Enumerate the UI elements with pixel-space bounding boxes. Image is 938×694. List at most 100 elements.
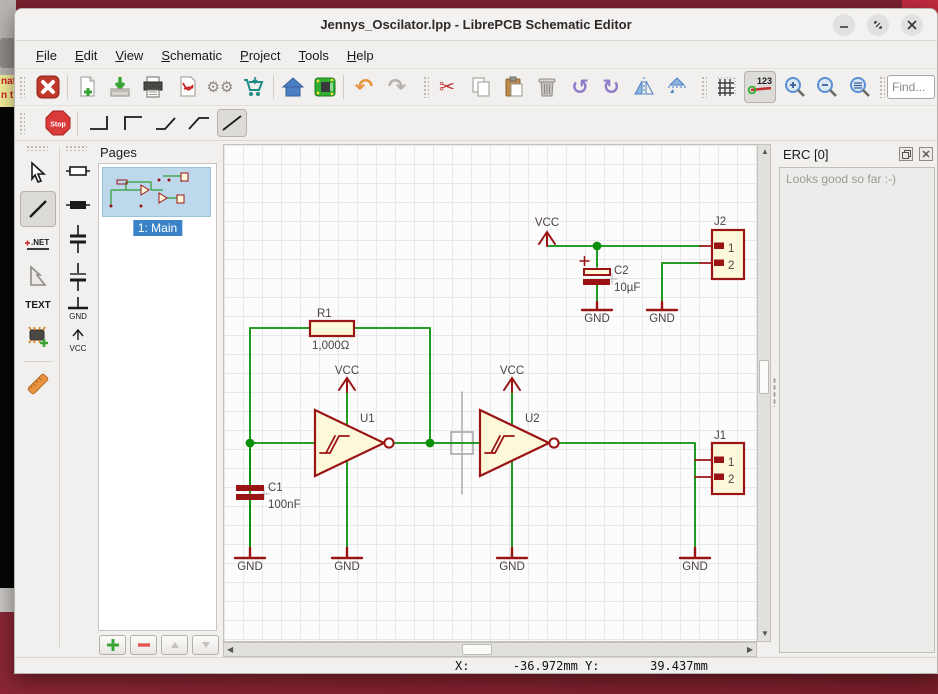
erc-message-list[interactable]: Looks good so far :-) [779, 167, 935, 653]
control-panel-button[interactable] [277, 71, 309, 103]
erc-float-button[interactable] [899, 147, 913, 161]
menu-project[interactable]: Project [231, 45, 289, 66]
mirror-button[interactable] [628, 71, 660, 103]
gears-icon: ⚙⚙ [207, 78, 234, 96]
toolbar-grip[interactable] [19, 76, 25, 98]
toolbar-grip[interactable] [423, 76, 429, 98]
new-project-button[interactable] [71, 71, 103, 103]
wire-mode-hv-button[interactable] [85, 109, 115, 137]
add-gnd-button[interactable]: GND [63, 293, 93, 325]
toolbar-grip[interactable] [26, 145, 48, 151]
stop-icon: Stop [45, 110, 71, 136]
move-page-down-button[interactable] [192, 635, 219, 655]
menu-file[interactable]: File [27, 45, 66, 66]
restore-button[interactable] [867, 14, 889, 36]
command-toolbar: Stop [15, 106, 937, 141]
c2-ref: C2 [614, 265, 629, 277]
tool-select-button[interactable] [21, 155, 55, 189]
add-resistor-button[interactable] [63, 159, 93, 183]
zoom-out-button[interactable] [811, 71, 843, 103]
save-button[interactable] [104, 71, 136, 103]
tool-measure-button[interactable] [21, 367, 55, 401]
board-editor-button[interactable] [309, 71, 341, 103]
add-inductor-button[interactable] [63, 193, 93, 217]
j2-ref: J2 [714, 216, 726, 228]
scroll-up-arrow[interactable]: ▲ [761, 148, 769, 156]
add-capacitor-bipolar-button[interactable] [63, 221, 93, 257]
zoom-in-button[interactable] [779, 71, 811, 103]
restore-icon [873, 20, 883, 30]
erc-message: Looks good so far :-) [786, 172, 896, 186]
toolbar-grip[interactable] [19, 112, 25, 134]
rotate-cw-button[interactable]: ↻ [595, 71, 627, 103]
redo-button[interactable]: ↷ [381, 71, 413, 103]
tool-draw-polygon-button[interactable] [21, 259, 55, 293]
wire-mode-straight-button[interactable] [217, 109, 247, 137]
menu-view[interactable]: View [106, 45, 152, 66]
paste-icon [502, 75, 526, 99]
float-icon [902, 150, 911, 159]
tool-add-text-button[interactable]: TEXT [21, 293, 55, 317]
tool-draw-wire-button[interactable] [20, 191, 56, 227]
flip-button[interactable] [661, 71, 693, 103]
add-page-button[interactable] [99, 635, 126, 655]
print-button[interactable] [137, 71, 169, 103]
toolbar-grip[interactable] [879, 76, 885, 98]
find-input[interactable] [887, 75, 935, 99]
abort-command-button[interactable]: Stop [43, 109, 73, 137]
rotate-cw-icon: ↻ [602, 75, 620, 99]
paste-button[interactable] [498, 71, 530, 103]
remove-page-button[interactable] [130, 635, 157, 655]
menu-help[interactable]: Help [338, 45, 383, 66]
erc-close-button[interactable] [919, 147, 933, 161]
menu-tools[interactable]: Tools [290, 45, 338, 66]
undo-button[interactable]: ↶ [348, 71, 380, 103]
vertical-scrollbar[interactable]: ▲ ▼ [757, 144, 771, 642]
measurement-unit-button[interactable]: 123 [744, 71, 776, 103]
toolbar-grip[interactable] [65, 145, 87, 151]
vertical-scrollbar-thumb[interactable] [759, 360, 769, 394]
scissors-icon: ✂ [439, 76, 455, 98]
resistor-icon [65, 165, 91, 177]
pages-list[interactable]: 1: Main [98, 163, 217, 631]
wire-mode-vh-button[interactable] [118, 109, 148, 137]
zoom-fit-button[interactable] [844, 71, 876, 103]
close-project-icon [36, 75, 60, 99]
page-item-main[interactable]: 1: Main [133, 220, 182, 236]
copy-button[interactable] [465, 71, 497, 103]
pcb-icon [313, 75, 337, 99]
close-project-button[interactable] [32, 71, 64, 103]
export-pdf-button[interactable] [171, 71, 203, 103]
wire-mode-45h-button[interactable] [184, 109, 214, 137]
close-button[interactable] [901, 14, 923, 36]
symbol-graphics[interactable] [235, 230, 744, 558]
cut-button[interactable]: ✂ [431, 71, 463, 103]
minus-icon [137, 638, 151, 652]
wire-mode-h45-button[interactable] [151, 109, 181, 137]
delete-button[interactable] [531, 71, 563, 103]
horizontal-scrollbar-thumb[interactable] [462, 644, 492, 655]
move-page-up-button[interactable] [161, 635, 188, 655]
project-settings-button[interactable]: ⚙⚙ [204, 71, 236, 103]
menu-schematic[interactable]: Schematic [152, 45, 231, 66]
add-vcc-button[interactable]: VCC [63, 325, 93, 357]
tool-add-component-button[interactable] [21, 319, 55, 355]
scroll-down-arrow[interactable]: ▼ [761, 630, 769, 638]
net-junctions[interactable] [246, 242, 602, 448]
order-pcb-button[interactable] [237, 71, 269, 103]
toolbar-grip[interactable] [701, 76, 707, 98]
grid-settings-button[interactable] [710, 71, 742, 103]
rotate-ccw-icon: ↺ [571, 75, 589, 99]
horizontal-scrollbar[interactable]: ◀ ▶ [223, 642, 757, 657]
menu-edit[interactable]: Edit [66, 45, 106, 66]
minimize-button[interactable] [833, 14, 855, 36]
add-capacitor-unipolar-button[interactable] [63, 259, 93, 295]
schematic-canvas[interactable]: VCC VCC VCC GND GND GND GND GND GND R1 1… [223, 144, 757, 642]
titlebar[interactable]: Jennys_Oscilator.lpp - LibrePCB Schemati… [15, 9, 937, 41]
close-icon [922, 150, 930, 158]
page-thumbnail[interactable] [102, 167, 211, 217]
scroll-right-arrow[interactable]: ▶ [747, 646, 753, 654]
scroll-left-arrow[interactable]: ◀ [227, 646, 233, 654]
rotate-ccw-button[interactable]: ↺ [564, 71, 596, 103]
tool-net-label-button[interactable]: .NET [21, 231, 55, 257]
